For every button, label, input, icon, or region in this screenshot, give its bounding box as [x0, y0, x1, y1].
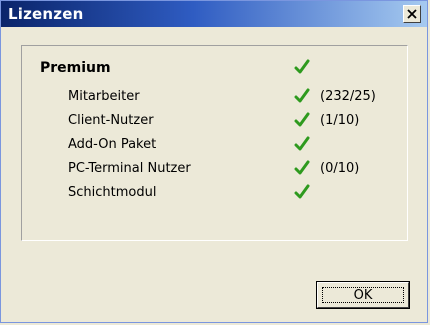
title-bar[interactable]: Lizenzen — [1, 1, 427, 27]
checkmark-icon — [294, 184, 310, 199]
license-name: Mitarbeiter — [68, 89, 140, 104]
license-panel: Premium Mitarbeiter (232/25) Client-Nutz… — [21, 45, 408, 241]
ok-button[interactable]: OK — [317, 282, 409, 308]
license-row-schichtmodul: Schichtmodul — [22, 182, 407, 204]
licenses-dialog: Lizenzen Premium Mitarbeiter (232/25) Cl… — [0, 0, 428, 323]
checkmark-icon — [294, 160, 310, 175]
license-name: PC-Terminal Nutzer — [68, 161, 191, 176]
ok-button-label: OK — [353, 287, 373, 303]
license-row-add-on-paket: Add-On Paket — [22, 134, 407, 156]
checkmark-icon — [294, 136, 310, 151]
license-row-premium: Premium — [22, 57, 407, 79]
license-name: Premium — [40, 60, 111, 76]
close-button[interactable] — [403, 5, 421, 23]
checkmark-icon — [294, 88, 310, 103]
close-icon — [407, 9, 417, 19]
dialog-title: Lizenzen — [8, 5, 84, 23]
license-name: Schichtmodul — [68, 185, 157, 200]
license-row-pc-terminal-nutzer: PC-Terminal Nutzer (0/10) — [22, 158, 407, 180]
license-count: (0/10) — [320, 161, 360, 176]
license-name: Client-Nutzer — [68, 113, 154, 128]
checkmark-icon — [294, 59, 310, 74]
license-name: Add-On Paket — [68, 137, 157, 152]
license-row-client-nutzer: Client-Nutzer (1/10) — [22, 110, 407, 132]
checkmark-icon — [294, 112, 310, 127]
license-count: (232/25) — [320, 89, 376, 104]
license-count: (1/10) — [320, 113, 360, 128]
license-row-mitarbeiter: Mitarbeiter (232/25) — [22, 86, 407, 108]
